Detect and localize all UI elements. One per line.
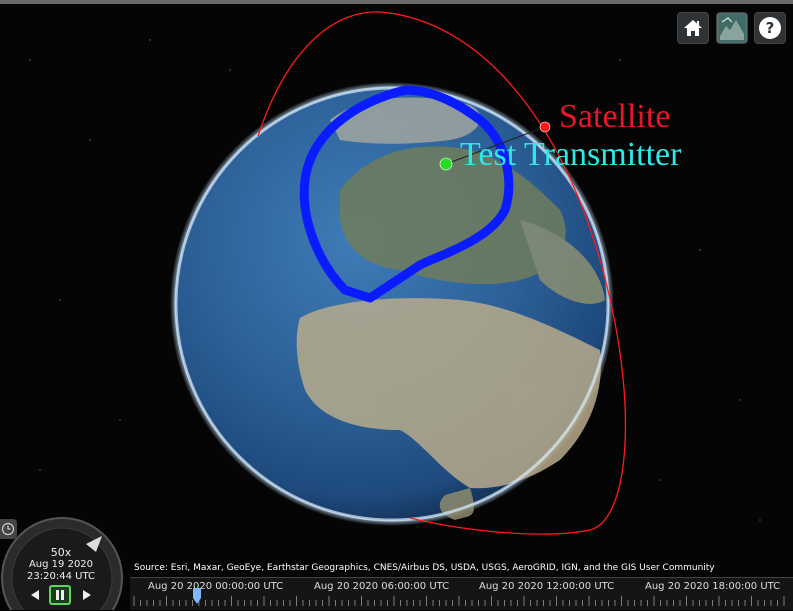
pause-button[interactable] xyxy=(49,585,71,605)
pause-icon xyxy=(56,590,64,600)
home-button[interactable] xyxy=(677,12,709,44)
play-reverse-icon xyxy=(31,590,39,600)
transmitter-marker[interactable] xyxy=(439,157,453,171)
animation-widget[interactable]: 50x Aug 19 2020 23:20:44 UTC xyxy=(0,516,128,610)
speed-readout: 50x xyxy=(50,546,72,559)
play-forward-icon xyxy=(83,590,91,600)
timeline-label: Aug 20 2020 18:00:00 UTC xyxy=(645,581,781,592)
data-attribution: Source: Esri, Maxar, GeoEye, Earthstar G… xyxy=(134,563,715,573)
play-reverse-button[interactable] xyxy=(24,585,46,605)
basemap-picker-icon xyxy=(719,15,745,41)
basemap-picker-button[interactable] xyxy=(716,12,748,44)
satellite-label: Satellite xyxy=(559,98,671,135)
current-time: 23:20:44 UTC xyxy=(27,571,95,582)
timeline-bar[interactable]: Aug 20 2020 00:00:00 UTC Aug 20 2020 06:… xyxy=(130,577,793,610)
help-button[interactable]: ? xyxy=(754,12,786,44)
timeline-needle-icon[interactable] xyxy=(192,588,202,604)
help-icon: ? xyxy=(759,17,781,39)
current-date: Aug 19 2020 xyxy=(28,559,94,570)
play-forward-button[interactable] xyxy=(76,585,98,605)
timeline-label: Aug 20 2020 00:00:00 UTC xyxy=(148,581,284,592)
transmitter-label: Test Transmitter xyxy=(460,136,682,173)
timeline-ticks xyxy=(133,596,785,606)
timeline-label: Aug 20 2020 12:00:00 UTC xyxy=(479,581,615,592)
home-icon xyxy=(684,20,702,36)
satellite-marker[interactable] xyxy=(539,121,551,133)
help-glyph: ? xyxy=(766,19,775,37)
timeline-label: Aug 20 2020 06:00:00 UTC xyxy=(314,581,450,592)
globe-viewer[interactable]: Satellite Test Transmitter ? 50x Aug 19 … xyxy=(0,0,793,610)
